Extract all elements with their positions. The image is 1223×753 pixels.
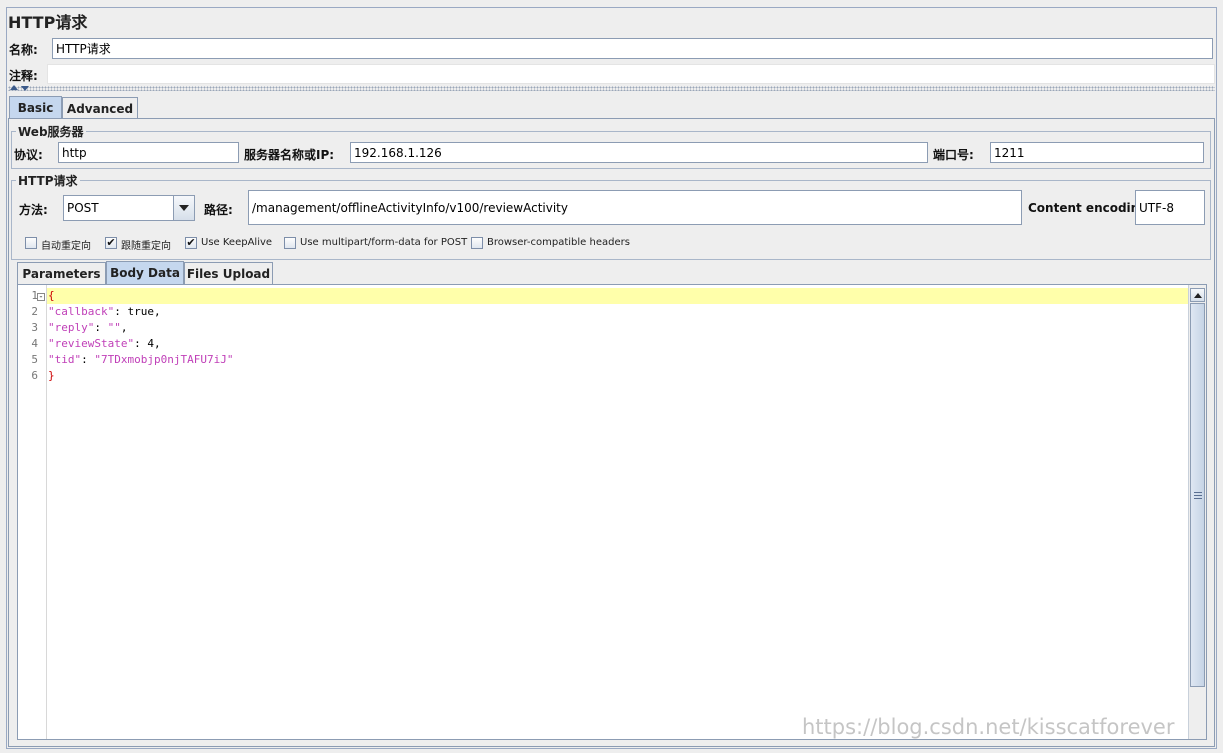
json-sep: : [94, 321, 108, 334]
http-request-title: HTTP请求 [16, 172, 80, 189]
server-input[interactable]: 192.168.1.126 [350, 142, 928, 163]
scrollbar-thumb[interactable] [1190, 303, 1205, 687]
tab-advanced[interactable]: Advanced [62, 97, 138, 119]
json-key: "callback" [48, 305, 115, 318]
json-sep: : [134, 337, 148, 350]
check-icon: ✔ [106, 236, 116, 249]
web-server-title: Web服务器 [16, 123, 86, 140]
code-line-5: "tid": "7TDxmobjp0njTAFU7iJ" [48, 352, 233, 368]
auto-redirect-label: 自动重定向 [41, 241, 91, 252]
encoding-input[interactable]: UTF-8 [1135, 190, 1205, 225]
tab-parameters[interactable]: Parameters [17, 262, 106, 284]
page-title: HTTP请求 [8, 13, 88, 32]
checkbox-multipart[interactable] [284, 237, 296, 249]
name-label: 名称: [9, 43, 38, 57]
collapse-down-icon[interactable] [21, 86, 29, 91]
watermark-text: https://blog.csdn.net/kisscatforever [802, 715, 1175, 739]
check-icon: ✔ [186, 236, 196, 249]
encoding-label: Content encoding: [1028, 201, 1153, 215]
grip-icon [1193, 491, 1202, 493]
line-number: 5 [31, 353, 38, 366]
code-line-6: } [48, 368, 55, 384]
method-label: 方法: [19, 203, 48, 217]
follow-redirect-label: 跟随重定向 [121, 241, 171, 252]
fold-toggle-icon[interactable]: - [37, 293, 45, 302]
line-number: 3 [31, 321, 38, 334]
json-key: "reviewState" [48, 337, 135, 350]
json-value: "7TDxmobjp0njTAFU7iJ" [94, 353, 234, 366]
json-brace: { [48, 289, 55, 302]
multipart-label: Use multipart/form-data for POST [300, 237, 468, 248]
browser-headers-label: Browser-compatible headers [487, 237, 630, 248]
collapse-up-icon[interactable] [10, 85, 18, 90]
json-brace: } [48, 369, 55, 382]
json-key: "reply" [48, 321, 95, 334]
body-data-editor[interactable]: 1 2 3 4 5 6 - { "callback": true, "reply… [17, 284, 1207, 740]
method-dropdown-button[interactable] [173, 196, 194, 220]
json-value: "" [107, 321, 121, 334]
chevron-down-icon [179, 205, 189, 211]
code-line-2: "callback": true, [48, 304, 161, 320]
protocol-label: 协议: [14, 148, 43, 162]
name-input[interactable]: HTTP请求 [52, 38, 1213, 59]
tab-basic[interactable]: Basic [9, 96, 62, 119]
current-line-highlight [47, 288, 1188, 304]
splitter-divider[interactable] [8, 86, 1215, 91]
line-number: 1 [31, 289, 38, 302]
vertical-scrollbar[interactable] [1188, 285, 1206, 739]
method-select[interactable]: POST [63, 195, 195, 221]
json-value: 4, [147, 337, 161, 350]
comment-label: 注释: [9, 69, 38, 83]
protocol-input[interactable]: http [58, 142, 239, 163]
scroll-up-button[interactable] [1190, 288, 1205, 302]
json-key: "tid" [48, 353, 82, 366]
keepalive-label: Use KeepAlive [201, 237, 273, 248]
grip-icon [1193, 497, 1202, 499]
grip-icon [1193, 494, 1202, 496]
json-value: true, [127, 305, 161, 318]
checkbox-auto-redirect[interactable] [25, 237, 37, 249]
code-line-3: "reply": "", [48, 320, 127, 336]
server-label: 服务器名称或IP: [244, 148, 335, 162]
line-number: 4 [31, 337, 38, 350]
path-label: 路径: [204, 203, 233, 217]
json-sep: : [81, 353, 95, 366]
port-input[interactable]: 1211 [990, 142, 1204, 163]
path-input[interactable]: /management/offlineActivityInfo/v100/rev… [248, 190, 1022, 225]
checkbox-follow-redirect[interactable]: ✔ [105, 237, 117, 249]
arrow-up-icon [1193, 292, 1202, 298]
tab-body-data[interactable]: Body Data [106, 261, 184, 284]
checkbox-keepalive[interactable]: ✔ [185, 237, 197, 249]
tab-files-upload[interactable]: Files Upload [184, 262, 273, 284]
line-number: 6 [31, 369, 38, 382]
line-number: 2 [31, 305, 38, 318]
code-line-4: "reviewState": 4, [48, 336, 161, 352]
json-sep: , [120, 321, 128, 334]
json-sep: : [114, 305, 128, 318]
code-line-1: { [48, 288, 55, 304]
comment-input[interactable] [47, 64, 1215, 84]
port-label: 端口号: [933, 148, 974, 162]
checkbox-browser-headers[interactable] [471, 237, 483, 249]
method-value: POST [67, 201, 99, 215]
